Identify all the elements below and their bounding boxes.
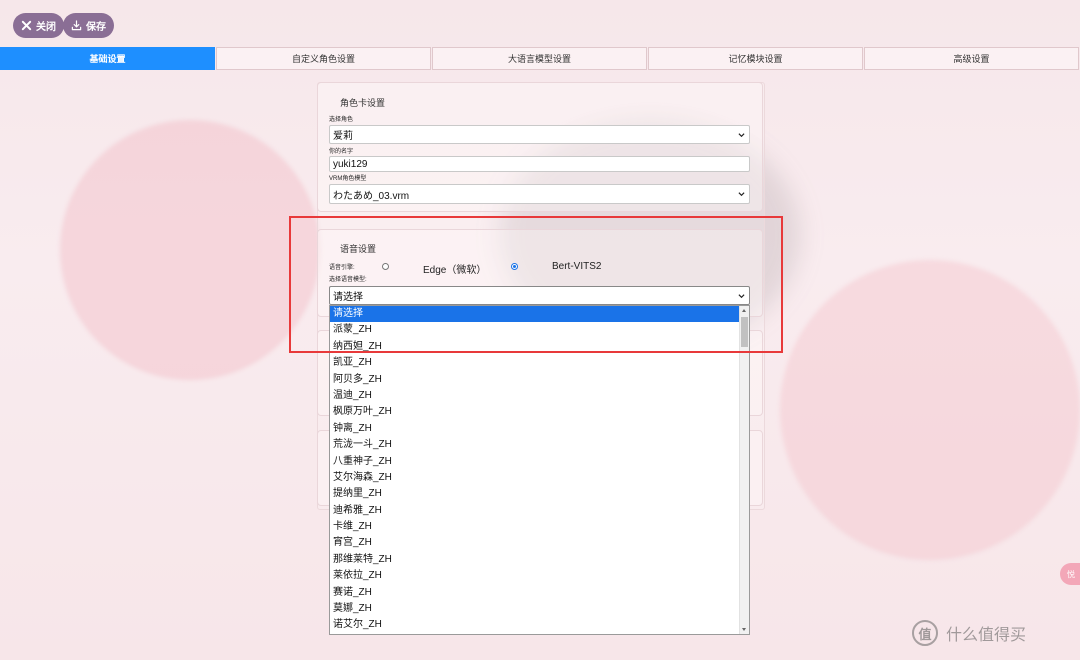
voice-model-option[interactable]: 荒泷一斗_ZH xyxy=(330,437,749,453)
save-button-label: 保存 xyxy=(86,22,106,33)
voice-model-option[interactable]: 宵宫_ZH xyxy=(330,535,749,551)
voice-model-option[interactable]: 卡维_ZH xyxy=(330,519,749,535)
chevron-down-icon xyxy=(738,132,745,137)
voice-model-option[interactable]: 八重神子_ZH xyxy=(330,454,749,470)
download-icon xyxy=(71,20,82,31)
save-button[interactable]: 保存 xyxy=(63,13,114,38)
chevron-down-icon xyxy=(738,192,745,197)
voice-model-option[interactable]: 钟离_ZH xyxy=(330,421,749,437)
vrm-model-label: VRM角色模型 xyxy=(329,176,367,182)
voice-model-option[interactable]: 那维莱特_ZH xyxy=(330,552,749,568)
voice-model-options: 请选择 派蒙_ZH 纳西妲_ZH 凯亚_ZH 阿贝多_ZH 温迪_ZH 枫原万叶_ZH 钟离_… xyxy=(330,306,749,634)
voice-model-option[interactable]: 阿贝多_ZH xyxy=(330,372,749,388)
select-character-label: 选择角色 xyxy=(329,117,354,123)
voice-model-dropdown: 请选择 派蒙_ZH 纳西妲_ZH 凯亚_ZH 阿贝多_ZH 温迪_ZH 枫原万叶_ZH 钟离_… xyxy=(329,305,750,635)
settings-tabs: 基础设置 自定义角色设置 大语言模型设置 记忆模块设置 高级设置 xyxy=(0,47,1080,70)
watermark-text: 什么值得买 xyxy=(946,627,1027,644)
background-decoration xyxy=(780,260,1080,560)
vrm-model-select[interactable]: わたあめ_03.vrm xyxy=(329,184,750,204)
your-name-input[interactable]: yuki129 xyxy=(329,156,750,172)
close-icon xyxy=(21,20,32,31)
voice-model-option[interactable]: 莱依拉_ZH xyxy=(330,568,749,584)
tab-basic-settings[interactable]: 基础设置 xyxy=(0,47,215,70)
tab-memory-settings[interactable]: 记忆模块设置 xyxy=(648,47,863,70)
your-name-label: 你的名字 xyxy=(329,149,354,155)
watermark: 值 什么值得买 xyxy=(912,620,1026,646)
background-decoration xyxy=(60,120,320,380)
voice-model-option[interactable]: 枫原万叶_ZH xyxy=(330,404,749,420)
voice-model-option[interactable]: 莫娜_ZH xyxy=(330,601,749,617)
close-button[interactable]: 关闭 xyxy=(13,13,64,38)
scroll-down-icon[interactable] xyxy=(742,628,746,631)
voice-model-option[interactable]: 赛诺_ZH xyxy=(330,585,749,601)
voice-model-option[interactable]: 凯亚_ZH xyxy=(330,355,749,371)
your-name-value: yuki129 xyxy=(333,158,368,170)
vrm-model-value: わたあめ_03.vrm xyxy=(333,190,410,202)
character-select[interactable]: 爱莉 xyxy=(329,125,750,144)
dropdown-scrollbar[interactable] xyxy=(739,306,749,634)
voice-model-option[interactable]: 迪希雅_ZH xyxy=(330,503,749,519)
tab-custom-character[interactable]: 自定义角色设置 xyxy=(216,47,431,70)
voice-model-option[interactable]: 温迪_ZH xyxy=(330,388,749,404)
character-card-title: 角色卡设置 xyxy=(340,98,386,108)
watermark-logo: 值 xyxy=(912,620,938,646)
side-float-button[interactable]: 悦 xyxy=(1060,563,1080,585)
character-select-value: 爱莉 xyxy=(333,131,353,142)
voice-model-option[interactable]: 艾尔海森_ZH xyxy=(330,470,749,486)
annotation-highlight-box xyxy=(289,216,783,353)
voice-model-option[interactable]: 提纳里_ZH xyxy=(330,486,749,502)
voice-model-option[interactable]: 诺艾尔_ZH xyxy=(330,617,749,633)
tab-advanced-settings[interactable]: 高级设置 xyxy=(864,47,1079,70)
close-button-label: 关闭 xyxy=(36,22,56,33)
tab-llm-settings[interactable]: 大语言模型设置 xyxy=(432,47,647,70)
